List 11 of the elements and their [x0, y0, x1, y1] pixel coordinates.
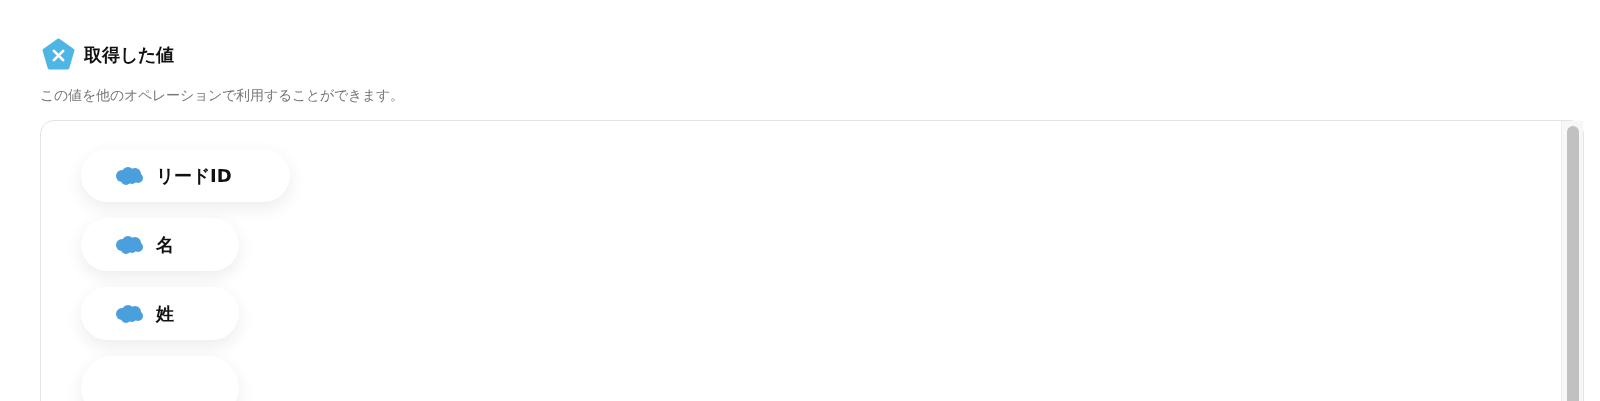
- variable-icon: [42, 38, 75, 71]
- value-chip[interactable]: 姓: [81, 287, 239, 340]
- value-chip[interactable]: リードID: [81, 149, 290, 202]
- section-title: 取得した値: [84, 43, 174, 67]
- scrollbar[interactable]: [1561, 121, 1583, 401]
- scrollbar-thumb[interactable]: [1566, 126, 1579, 401]
- value-chip[interactable]: 名: [81, 218, 239, 271]
- cloud-icon: [114, 303, 144, 324]
- cloud-icon: [114, 234, 144, 255]
- cloud-icon: [114, 165, 144, 186]
- section-description: この値を他のオペレーションで利用することができます。: [40, 86, 405, 105]
